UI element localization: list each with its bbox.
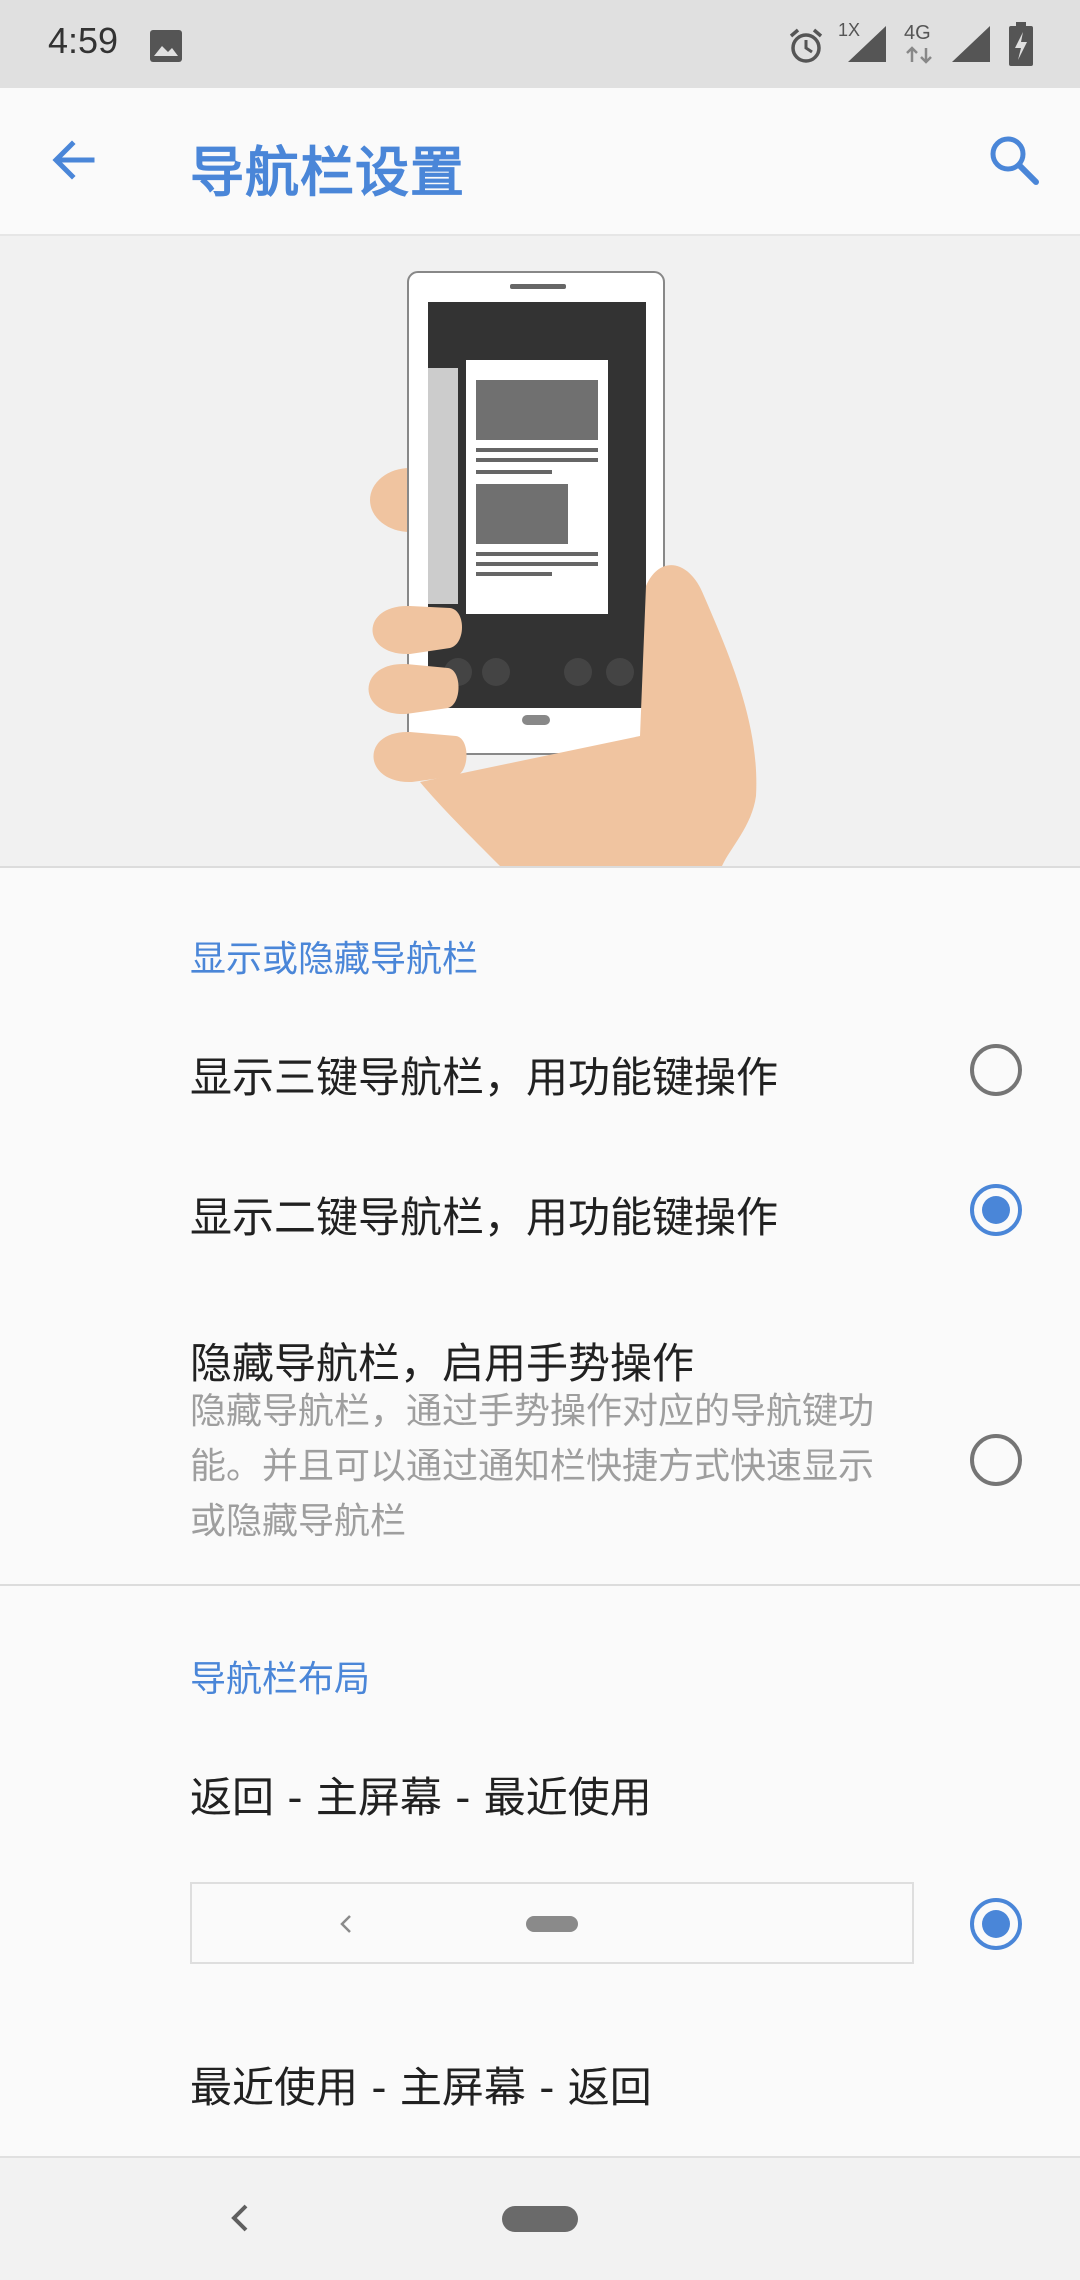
image-notification-icon (150, 30, 182, 62)
radio-button-checked[interactable] (970, 1184, 1022, 1236)
section-header-show-hide: 显示或隐藏导航栏 (190, 939, 479, 980)
option-summary: 隐藏导航栏，通过手势操作对应的导航键功 能。并且可以通过通知栏快捷方式快速显示 … (190, 1384, 910, 1549)
system-navigation-bar (0, 2156, 1080, 2280)
battery-charging-icon (1009, 22, 1033, 66)
option-title: 隐藏导航栏，启用手势操作 (190, 1339, 695, 1388)
section-header-layout: 导航栏布局 (190, 1659, 371, 1700)
radio-button[interactable] (970, 1044, 1022, 1096)
signal-1x-icon (848, 26, 886, 62)
option-summary-line: 能。并且可以通过通知栏快捷方式快速显示 (190, 1446, 875, 1487)
option-title: 显示二键导航栏，用功能键操作 (190, 1193, 779, 1242)
navigation-illustration (0, 236, 1080, 868)
search-icon[interactable] (982, 128, 1046, 192)
option-summary-line: 隐藏导航栏，通过手势操作对应的导航键功 (190, 1391, 875, 1432)
option-hide-navbar-gestures[interactable]: 隐藏导航栏，启用手势操作 隐藏导航栏，通过手势操作对应的导航键功 能。并且可以通… (0, 1280, 1080, 1580)
navbar-layout-preview (190, 1882, 914, 1964)
option-title: 显示三键导航栏，用功能键操作 (190, 1053, 779, 1102)
arrow-back-icon[interactable] (42, 128, 106, 192)
nav-back-icon[interactable] (222, 2198, 258, 2238)
option-summary-line: 或隐藏导航栏 (190, 1501, 407, 1542)
home-pill-icon (526, 1916, 578, 1932)
hand-holding-phone-illustration (368, 271, 757, 866)
section-divider (0, 1584, 1080, 1586)
signal-4g-icon (952, 26, 990, 62)
navigation-bar-settings-page: 4:59 1X 4G 导航栏设置 显示或隐藏导航栏 显示三键导航栏，用功能键操作… (0, 0, 1080, 2280)
status-time: 4:59 (48, 20, 119, 61)
option-two-key-navbar[interactable]: 显示二键导航栏，用功能键操作 (0, 1140, 1080, 1280)
app-bar: 导航栏设置 (0, 88, 1080, 236)
back-chevron-icon (340, 1915, 351, 1933)
status-bar: 4:59 1X 4G (0, 0, 1080, 88)
signal-4g-label: 4G (904, 22, 931, 44)
radio-button-checked[interactable] (970, 1898, 1022, 1950)
radio-button[interactable] (970, 1434, 1022, 1486)
page-title: 导航栏设置 (190, 141, 465, 204)
option-title: 最近使用 - 主屏幕 - 返回 (190, 2063, 652, 2112)
data-arrows-icon (906, 46, 932, 64)
option-title: 返回 - 主屏幕 - 最近使用 (190, 1773, 652, 1822)
alarm-icon (789, 28, 823, 63)
nav-home-pill[interactable] (502, 2206, 578, 2232)
option-three-key-navbar[interactable]: 显示三键导航栏，用功能键操作 (0, 1000, 1080, 1140)
option-layout-recent-home-back[interactable]: 最近使用 - 主屏幕 - 返回 (0, 2010, 1080, 2150)
